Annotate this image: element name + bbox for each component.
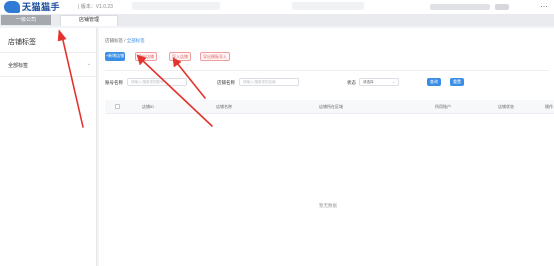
select-all-checkbox[interactable] bbox=[115, 104, 120, 109]
account-name-input[interactable]: 请输入/搜索您的账号 bbox=[127, 78, 187, 86]
account-name-label: 账号名称 bbox=[105, 80, 123, 85]
add-store-button[interactable]: +新增店铺 bbox=[105, 52, 125, 61]
table-header: 店铺ID 店铺名称 店铺所在区域 所用账户 店铺状态 操作 bbox=[105, 100, 554, 114]
status-select-value: 请选择 bbox=[363, 80, 374, 84]
divider bbox=[0, 52, 96, 53]
reset-button[interactable]: 重置 bbox=[450, 78, 464, 86]
tab-store-management[interactable]: 店铺管理 bbox=[60, 15, 118, 26]
sidebar-item-all-tags[interactable]: 全部标签 bbox=[8, 62, 28, 69]
empty-state-text: 暂无数据 bbox=[319, 203, 337, 208]
column-header: 店铺名称 bbox=[216, 104, 232, 109]
column-header: 所用账户 bbox=[435, 104, 451, 109]
export-store-button[interactable]: 导出店铺 bbox=[135, 52, 157, 61]
divider bbox=[105, 70, 549, 71]
breadcrumb: 店铺标签 / 全部标签 bbox=[105, 38, 145, 44]
divider bbox=[0, 76, 96, 77]
store-name-input[interactable]: 请输入/搜索您的店铺 bbox=[239, 78, 299, 86]
chevron-down-icon: ⌄ bbox=[392, 80, 395, 84]
app-logo[interactable]: 天猫猫手 TIANMAO MAOSHOU bbox=[4, 1, 74, 13]
blurred-avatar[interactable] bbox=[495, 4, 509, 10]
sidebar: 店铺标签 全部标签 ⌄ bbox=[0, 28, 97, 266]
more-dots-icon[interactable]: … bbox=[540, 0, 548, 9]
breadcrumb-parent[interactable]: 店铺标签 / bbox=[105, 38, 127, 43]
import-store-button[interactable]: 导入店铺 bbox=[169, 52, 191, 61]
status-label: 状态 bbox=[347, 80, 356, 85]
sidebar-title: 店铺标签 bbox=[8, 39, 36, 46]
store-name-label: 店铺名称 bbox=[217, 80, 235, 85]
column-header: 店铺状态 bbox=[498, 104, 514, 109]
chevron-down-icon[interactable]: ⌄ bbox=[87, 61, 91, 67]
top-bar: 天猫猫手 TIANMAO MAOSHOU | 版本：V1.0.23 … bbox=[0, 0, 554, 14]
blurred-region bbox=[132, 2, 220, 10]
main-panel: 店铺标签 / 全部标签 +新增店铺 导出店铺 导入店铺 导出模板导入 账号名称 … bbox=[99, 28, 554, 266]
column-header: 店铺ID bbox=[142, 104, 154, 109]
blurred-region bbox=[292, 2, 364, 10]
logo-mark-icon bbox=[4, 1, 20, 13]
version-label: | 版本：V1.0.23 bbox=[78, 4, 113, 10]
column-header: 操作 bbox=[545, 104, 553, 109]
column-header: 店铺所在区域 bbox=[319, 104, 343, 109]
tab-bar: 一级公司 店铺管理 bbox=[0, 14, 554, 26]
status-select[interactable]: 请选择 ⌄ bbox=[359, 78, 399, 86]
breadcrumb-current: 全部标签 bbox=[126, 38, 145, 43]
query-button[interactable]: 查询 bbox=[427, 78, 441, 86]
blurred-user-info bbox=[430, 4, 490, 10]
logo-subtext: TIANMAO MAOSHOU bbox=[22, 9, 52, 12]
download-template-button[interactable]: 导出模板导入 bbox=[200, 52, 230, 61]
tab-company[interactable]: 一级公司 bbox=[1, 15, 51, 25]
